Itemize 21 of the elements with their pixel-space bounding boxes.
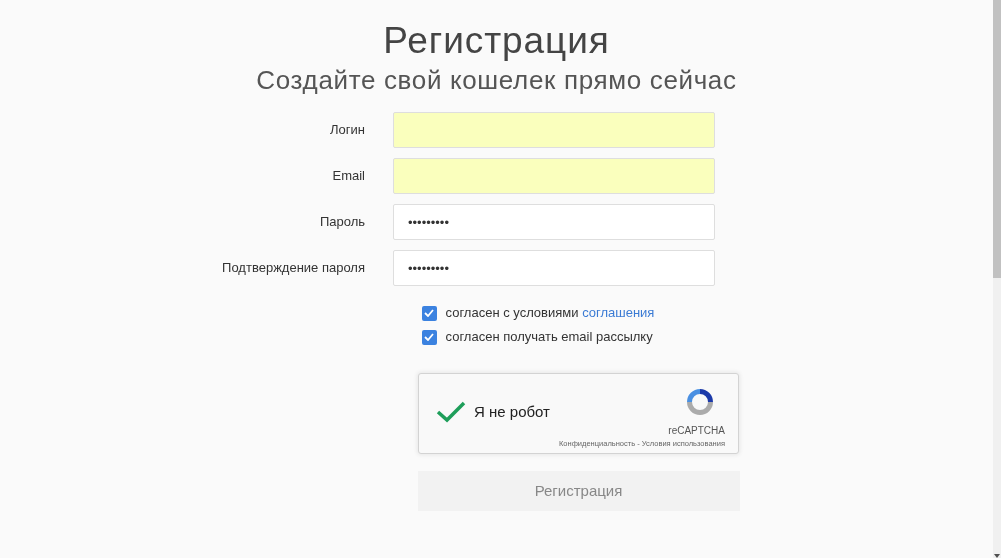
field-label: Email xyxy=(331,167,365,186)
checkbox[interactable] xyxy=(421,329,437,345)
scrollbar-thumb[interactable] xyxy=(993,0,1001,278)
scrollbar[interactable] xyxy=(993,0,1001,558)
scroll-down-icon[interactable] xyxy=(994,554,1000,558)
agreement-link[interactable]: соглашения xyxy=(582,305,655,321)
field-label: Логин xyxy=(329,121,365,140)
input-field[interactable] xyxy=(393,112,715,148)
checkbox-label: согласен получать email рассылку xyxy=(445,328,653,347)
checkmark-icon[interactable] xyxy=(436,399,466,425)
input-field[interactable]: ••••••••• xyxy=(393,204,715,240)
field-label: Подтверждение пароля xyxy=(221,259,365,278)
input-field[interactable]: ••••••••• xyxy=(393,250,715,286)
captcha-label: Я не робот xyxy=(474,401,550,422)
page-subtitle: Создайте свой кошелек прямо сейчас xyxy=(256,64,737,96)
checkbox-label: согласен с условиями соглашения xyxy=(445,304,655,323)
recaptcha-brand: reCAPTCHA xyxy=(668,424,725,438)
field-label: Пароль xyxy=(318,213,365,232)
page-title: Регистрация xyxy=(383,20,610,62)
checkbox[interactable] xyxy=(421,305,437,321)
input-field[interactable] xyxy=(393,158,715,194)
